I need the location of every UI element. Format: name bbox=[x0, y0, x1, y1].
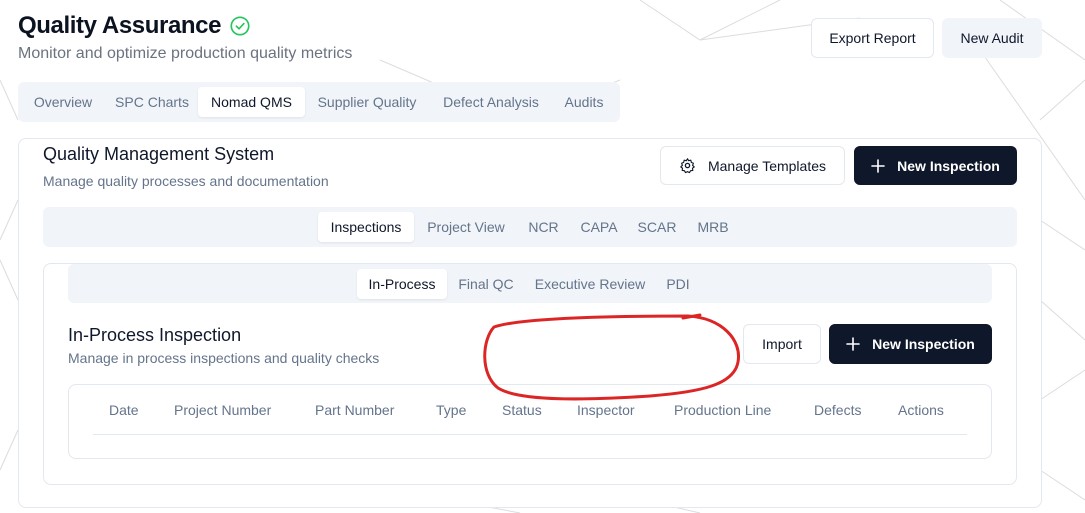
new-inspection-button-top[interactable]: New Inspection bbox=[854, 146, 1017, 185]
column-header-production-line: Production Line bbox=[674, 402, 772, 418]
tab-overview[interactable]: Overview bbox=[24, 87, 102, 117]
tab-executive-review[interactable]: Executive Review bbox=[528, 269, 652, 299]
page-title: Quality Assurance bbox=[18, 12, 222, 39]
column-header-actions: Actions bbox=[898, 402, 944, 418]
column-header-date: Date bbox=[109, 402, 139, 418]
import-label: Import bbox=[762, 336, 802, 352]
inspection-title: In-Process Inspection bbox=[68, 325, 242, 345]
tab-defect-analysis[interactable]: Defect Analysis bbox=[436, 87, 546, 117]
tab-supplier-quality[interactable]: Supplier Quality bbox=[310, 87, 424, 117]
check-circle-icon bbox=[230, 16, 250, 36]
tab-audits[interactable]: Audits bbox=[556, 87, 612, 117]
column-header-status: Status bbox=[502, 402, 542, 418]
tab-inspections[interactable]: Inspections bbox=[318, 212, 414, 242]
plus-icon bbox=[846, 337, 860, 351]
new-audit-button[interactable]: New Audit bbox=[942, 18, 1042, 58]
tab-scar[interactable]: SCAR bbox=[634, 212, 680, 242]
tab-nomad-qms[interactable]: Nomad QMS bbox=[198, 87, 305, 117]
inspections-table: Date Project Number Part Number Type Sta… bbox=[68, 384, 992, 459]
main-tabs: Overview SPC Charts Nomad QMS Supplier Q… bbox=[18, 82, 620, 122]
import-button[interactable]: Import bbox=[743, 324, 821, 364]
new-inspection-button[interactable]: New Inspection bbox=[829, 324, 992, 364]
column-header-inspector: Inspector bbox=[577, 402, 635, 418]
tab-mrb[interactable]: MRB bbox=[691, 212, 735, 242]
inspection-description: Manage in process inspections and qualit… bbox=[68, 350, 380, 366]
column-header-part-number: Part Number bbox=[315, 402, 395, 418]
manage-templates-label: Manage Templates bbox=[707, 157, 827, 174]
qms-title: Quality Management System bbox=[43, 144, 275, 164]
page-subtitle: Monitor and optimize production quality … bbox=[18, 45, 353, 62]
gear-icon bbox=[680, 158, 695, 174]
manage-templates-button[interactable]: Manage Templates bbox=[660, 146, 845, 185]
column-header-project-number: Project Number bbox=[174, 402, 272, 418]
table-header-row: Date Project Number Part Number Type Sta… bbox=[93, 385, 967, 435]
tab-final-qc[interactable]: Final QC bbox=[452, 269, 520, 299]
tab-pdi[interactable]: PDI bbox=[660, 269, 696, 299]
new-audit-label: New Audit bbox=[960, 30, 1024, 46]
tab-ncr[interactable]: NCR bbox=[522, 212, 565, 242]
new-inspection-label: New Inspection bbox=[872, 336, 975, 352]
qms-tabs: Inspections Project View NCR CAPA SCAR M… bbox=[43, 207, 1017, 247]
tab-project-view[interactable]: Project View bbox=[420, 212, 512, 242]
tab-in-process[interactable]: In-Process bbox=[357, 269, 447, 299]
qms-description: Manage quality processes and documentati… bbox=[43, 173, 329, 189]
new-inspection-label-top: New Inspection bbox=[897, 157, 1000, 174]
plus-icon bbox=[871, 158, 885, 173]
export-report-button[interactable]: Export Report bbox=[811, 18, 934, 58]
inspection-tabs: In-Process Final QC Executive Review PDI bbox=[68, 264, 992, 303]
tab-spc-charts[interactable]: SPC Charts bbox=[108, 87, 196, 117]
tab-capa[interactable]: CAPA bbox=[575, 212, 623, 242]
column-header-type: Type bbox=[436, 402, 467, 418]
page-header: Quality Assurance bbox=[18, 12, 251, 40]
column-header-defects: Defects bbox=[814, 402, 862, 418]
export-report-label: Export Report bbox=[829, 30, 916, 46]
